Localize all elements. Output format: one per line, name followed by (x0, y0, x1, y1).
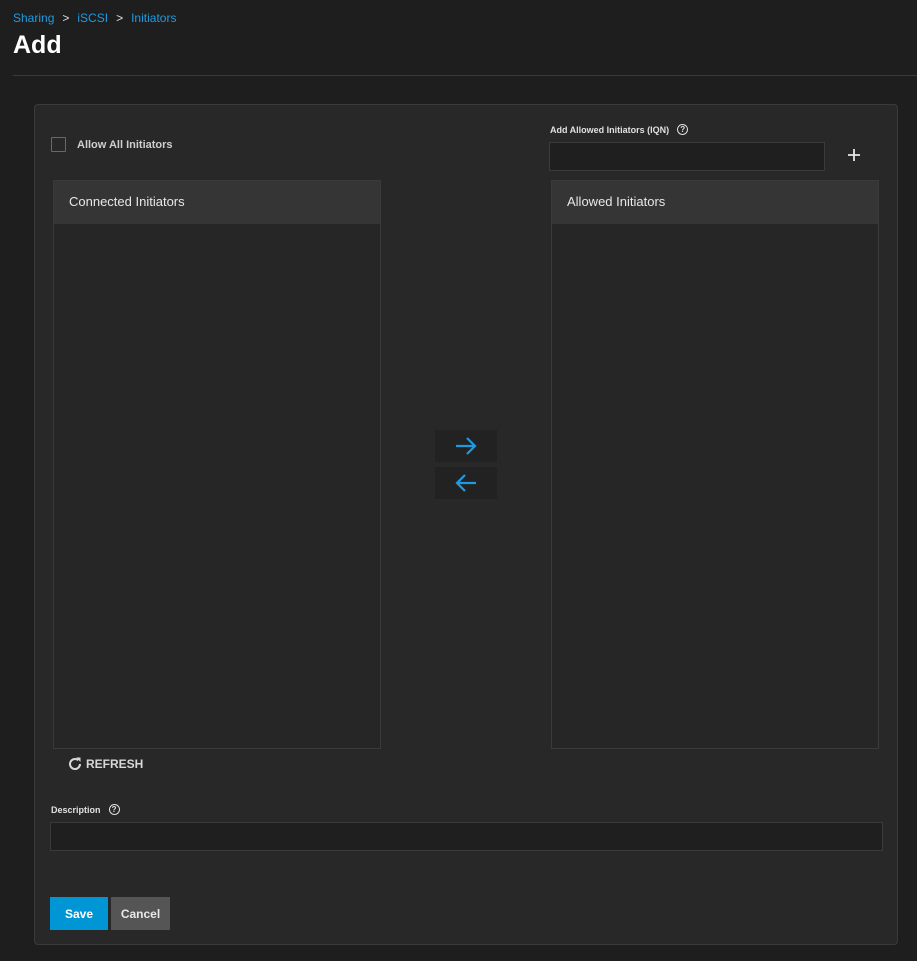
connected-initiators-body[interactable] (54, 224, 380, 748)
connected-initiators-list: Connected Initiators (53, 180, 381, 749)
cancel-button[interactable]: Cancel (111, 897, 170, 930)
breadcrumb-sharing[interactable]: Sharing (13, 11, 54, 25)
help-icon[interactable]: ? (677, 124, 689, 135)
allowed-initiators-list: Allowed Initiators (551, 180, 879, 749)
page-title: Add (13, 31, 62, 59)
breadcrumb-initiators[interactable]: Initiators (131, 11, 176, 25)
arrow-left-icon (455, 474, 476, 492)
checkbox-box[interactable] (51, 137, 66, 152)
breadcrumb-separator: > (116, 11, 124, 25)
description-input[interactable] (50, 822, 883, 851)
description-label-text: Description (51, 804, 101, 815)
description-label: Description ? (51, 804, 120, 815)
save-button[interactable]: Save (50, 897, 108, 930)
breadcrumb: Sharing > iSCSI > Initiators (13, 11, 176, 25)
move-to-connected-button[interactable] (435, 467, 497, 499)
page-header: Sharing > iSCSI > Initiators Add (13, 0, 917, 76)
add-allowed-initiators-label: Add Allowed Initiators (IQN) ? (550, 124, 689, 135)
plus-icon (848, 149, 860, 161)
allowed-initiators-body[interactable] (552, 224, 878, 748)
move-to-allowed-button[interactable] (435, 430, 497, 462)
allowed-initiators-header: Allowed Initiators (552, 181, 878, 224)
connected-initiators-header: Connected Initiators (54, 181, 380, 224)
allow-all-initiators-label: Allow All Initiators (77, 138, 173, 151)
refresh-button[interactable]: REFRESH (67, 756, 143, 772)
help-icon[interactable]: ? (108, 804, 120, 815)
iqn-label-text: Add Allowed Initiators (IQN) (550, 124, 670, 135)
refresh-icon (69, 757, 82, 770)
allow-all-initiators-checkbox[interactable]: Allow All Initiators (51, 137, 173, 152)
refresh-label: REFRESH (86, 757, 144, 771)
breadcrumb-separator: > (62, 11, 70, 25)
iqn-input[interactable] (549, 142, 825, 171)
add-initiator-button[interactable] (841, 142, 867, 168)
arrow-right-icon (456, 437, 477, 455)
breadcrumb-iscsi[interactable]: iSCSI (77, 11, 108, 25)
initiator-form-card: Allow All Initiators Add Allowed Initiat… (34, 104, 898, 945)
